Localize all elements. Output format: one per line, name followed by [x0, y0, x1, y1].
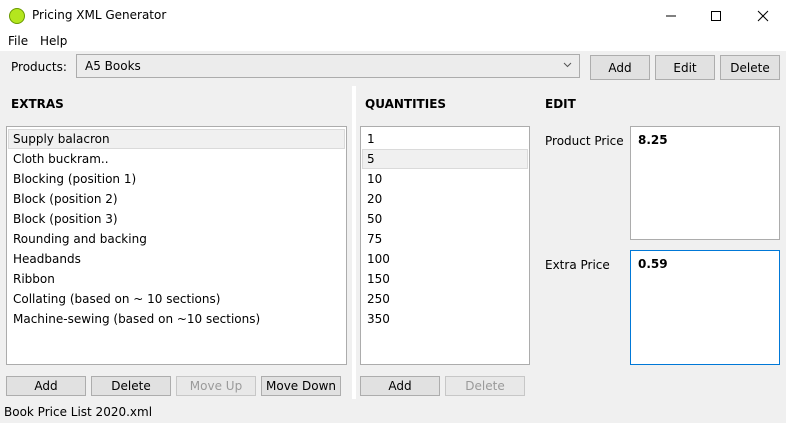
list-item[interactable]: 50	[362, 209, 528, 229]
menu-file[interactable]: File	[8, 34, 28, 48]
quantities-header: QUANTITIES	[365, 97, 447, 111]
products-dropdown[interactable]: A5 Books	[76, 54, 580, 78]
product-delete-button[interactable]: Delete	[720, 55, 780, 80]
list-item[interactable]: Block (position 3)	[8, 209, 345, 229]
list-item[interactable]: Machine-sewing (based on ~10 sections)	[8, 309, 345, 329]
title-bar: Pricing XML Generator	[0, 0, 786, 31]
products-selected: A5 Books	[85, 59, 141, 73]
product-price-field[interactable]: 8.25	[630, 126, 780, 240]
minimize-button[interactable]	[648, 0, 694, 31]
extra-move-up-button[interactable]: Move Up	[176, 376, 256, 396]
list-item[interactable]: Ribbon	[8, 269, 345, 289]
menu-bar: File Help	[0, 31, 786, 51]
chevron-down-icon	[563, 58, 572, 75]
status-bar: Book Price List 2020.xml	[0, 401, 786, 423]
edit-header: EDIT	[545, 97, 576, 111]
product-edit-button[interactable]: Edit	[655, 55, 715, 80]
close-button[interactable]	[740, 0, 786, 31]
list-item[interactable]: Collating (based on ~ 10 sections)	[8, 289, 345, 309]
extra-price-field[interactable]: 0.59	[630, 250, 780, 365]
panel-splitter[interactable]	[352, 86, 356, 399]
extra-move-down-button[interactable]: Move Down	[261, 376, 341, 396]
extras-header: EXTRAS	[11, 97, 64, 111]
list-item[interactable]: Blocking (position 1)	[8, 169, 345, 189]
list-item[interactable]: 5	[362, 149, 528, 169]
list-item[interactable]: Block (position 2)	[8, 189, 345, 209]
list-item[interactable]: 100	[362, 249, 528, 269]
quantity-delete-button[interactable]: Delete	[445, 376, 525, 396]
list-item[interactable]: Rounding and backing	[8, 229, 345, 249]
list-item[interactable]: Cloth buckram..	[8, 149, 345, 169]
maximize-button[interactable]	[693, 0, 739, 31]
quantities-list[interactable]: 1 5 10 20 50 75 100 150 250 350	[360, 126, 530, 365]
product-price-label: Product Price	[545, 134, 624, 148]
product-add-button[interactable]: Add	[590, 55, 650, 80]
products-label: Products:	[11, 60, 67, 74]
extra-add-button[interactable]: Add	[6, 376, 86, 396]
list-item[interactable]: Supply balacron	[8, 129, 345, 149]
extra-price-label: Extra Price	[545, 258, 610, 272]
list-item[interactable]: 150	[362, 269, 528, 289]
app-icon	[9, 8, 25, 24]
list-item[interactable]: 75	[362, 229, 528, 249]
window-title: Pricing XML Generator	[32, 8, 167, 22]
list-item[interactable]: 250	[362, 289, 528, 309]
extra-delete-button[interactable]: Delete	[91, 376, 171, 396]
quantity-add-button[interactable]: Add	[360, 376, 440, 396]
list-item[interactable]: 10	[362, 169, 528, 189]
minimize-icon	[666, 15, 676, 16]
status-file-name: Book Price List 2020.xml	[4, 405, 153, 419]
extras-list[interactable]: Supply balacron Cloth buckram.. Blocking…	[6, 126, 347, 365]
maximize-icon	[711, 10, 721, 21]
menu-help[interactable]: Help	[40, 34, 67, 48]
list-item[interactable]: 1	[362, 129, 528, 149]
close-icon	[757, 10, 769, 21]
list-item[interactable]: Headbands	[8, 249, 345, 269]
list-item[interactable]: 350	[362, 309, 528, 329]
list-item[interactable]: 20	[362, 189, 528, 209]
